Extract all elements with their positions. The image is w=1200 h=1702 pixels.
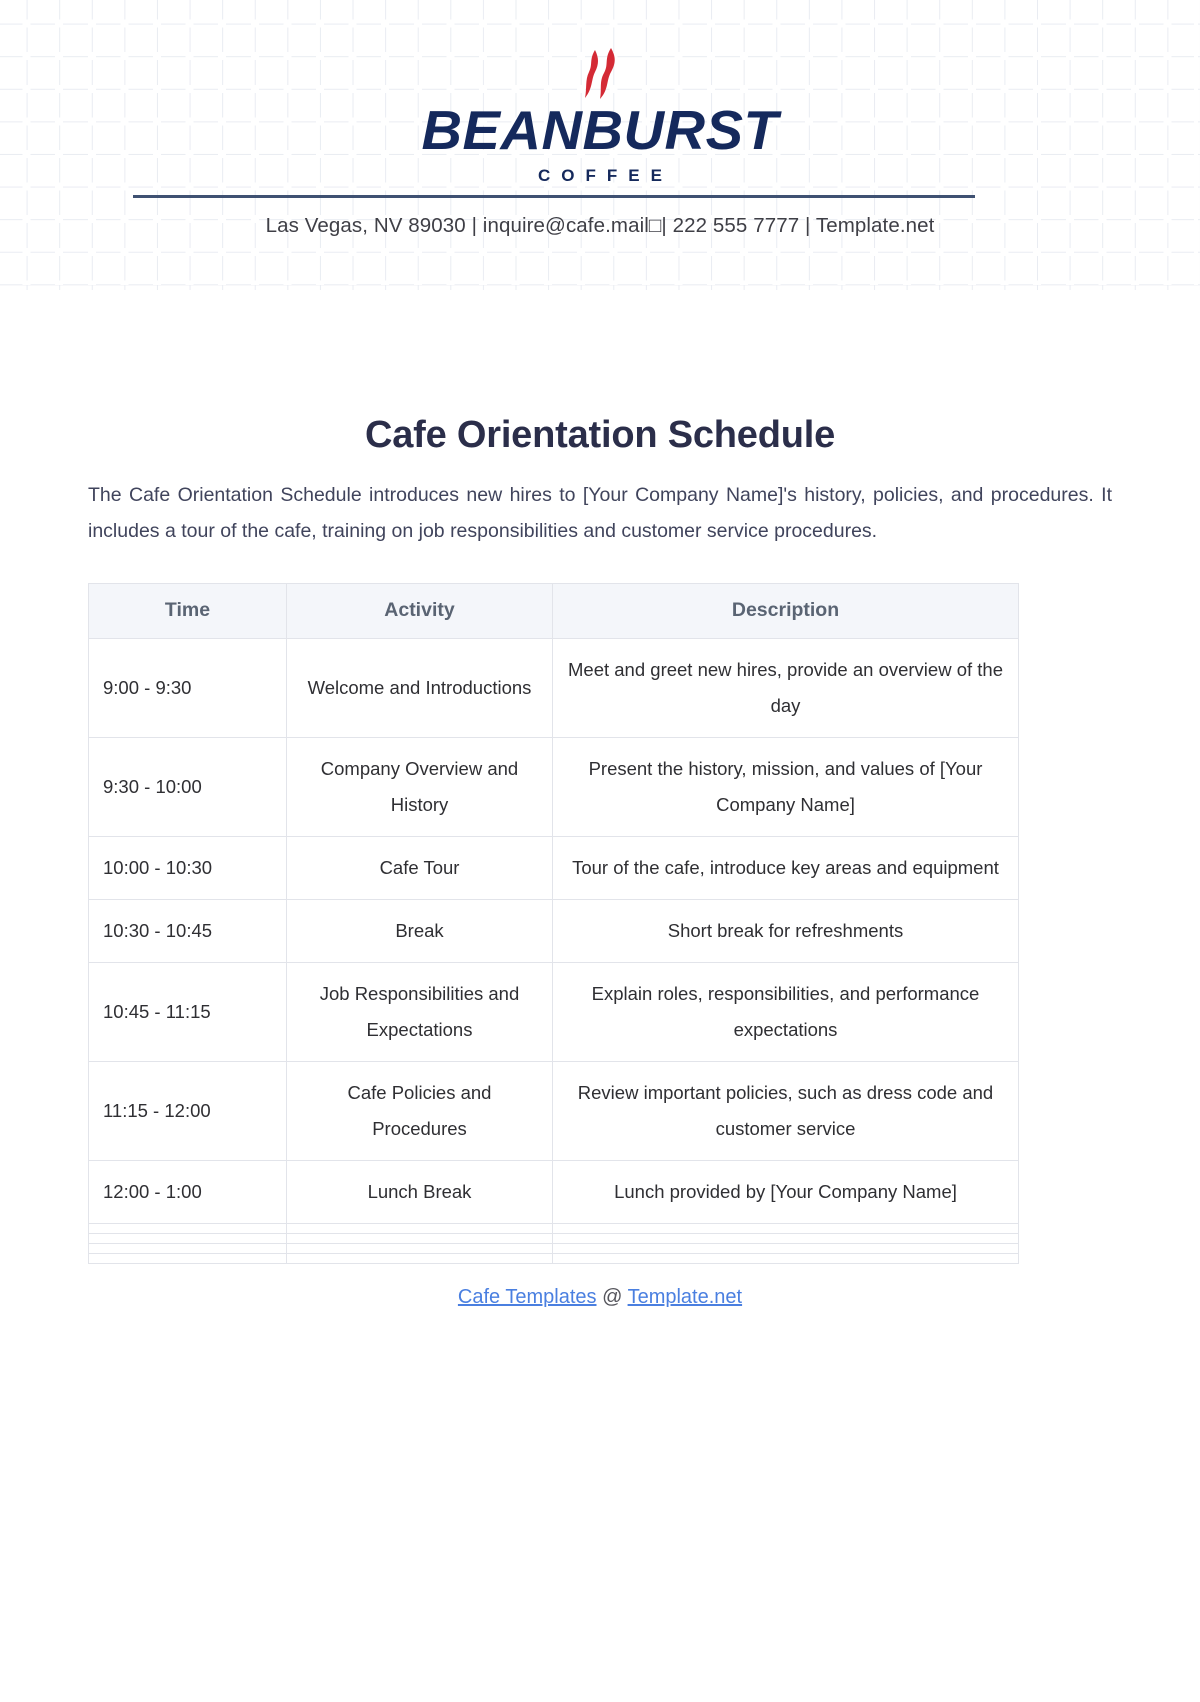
cell-blank	[552, 1252, 1019, 1264]
flame-icon	[425, 48, 775, 100]
cell-time: 10:00 - 10:30	[88, 835, 287, 900]
header-divider	[133, 195, 975, 198]
table-row: 9:00 - 9:30 Welcome and Introductions Meet…	[88, 637, 1019, 738]
cell-description: Short break for refreshments	[552, 898, 1019, 963]
table-row: 12:00 - 1:00 Lunch Break Lunch provided by…	[88, 1159, 1019, 1224]
cell-blank	[88, 1232, 287, 1244]
table-row: 9:30 - 10:00 Company Overview and History…	[88, 736, 1019, 837]
column-header-description: Description	[552, 582, 1019, 639]
cell-activity: Cafe Policies and Procedures	[286, 1060, 553, 1161]
cafe-templates-link[interactable]: Cafe Templates	[458, 1286, 597, 1308]
table-row-blank	[88, 1252, 1019, 1264]
brand-name: BEANBURST	[421, 99, 779, 161]
table-row-blank	[88, 1242, 1019, 1254]
cell-time: 10:30 - 10:45	[88, 898, 287, 963]
table-row-blank	[88, 1222, 1019, 1234]
brand-subtitle: COFFEE	[538, 165, 673, 185]
table-row: 10:00 - 10:30 Cafe Tour Tour of the cafe, …	[88, 835, 1019, 900]
table-body: 9:00 - 9:30 Welcome and Introductions Meet…	[88, 637, 1019, 1264]
cell-description: Meet and greet new hires, provide an ove…	[552, 637, 1019, 738]
document-page: BEANBURST COFFEE Las Vegas, NV 89030 | i…	[0, 0, 1200, 1309]
cell-activity: Cafe Tour	[286, 835, 553, 900]
cell-time: 12:00 - 1:00	[88, 1159, 287, 1224]
cell-blank	[286, 1252, 553, 1264]
cell-activity: Break	[286, 898, 553, 963]
cell-blank	[552, 1242, 1019, 1254]
column-header-time: Time	[88, 582, 287, 639]
table-header: Time Activity Description	[88, 582, 1019, 639]
cell-time: 11:15 - 12:00	[88, 1060, 287, 1161]
table-row: 11:15 - 12:00 Cafe Policies and Procedure…	[88, 1060, 1019, 1161]
intro-paragraph: The Cafe Orientation Schedule introduces…	[88, 483, 1112, 542]
cell-time: 9:30 - 10:00	[88, 736, 287, 837]
cell-blank	[552, 1222, 1019, 1234]
cell-blank	[88, 1222, 287, 1234]
page-title: Cafe Orientation Schedule	[364, 413, 836, 456]
brand-logo: BEANBURST COFFEE	[422, 48, 778, 186]
at-symbol: @	[602, 1285, 623, 1308]
letterhead: BEANBURST COFFEE Las Vegas, NV 89030 | i…	[0, 0, 1200, 238]
cell-blank	[88, 1252, 287, 1264]
cell-time: 10:45 - 11:15	[88, 961, 287, 1062]
document-body: Cafe Orientation Schedule The Cafe Orien…	[0, 414, 1200, 1309]
cell-blank	[286, 1232, 553, 1244]
cell-description: Review important policies, such as dress…	[552, 1060, 1019, 1161]
cell-time: 9:00 - 9:30	[88, 637, 287, 738]
table-row: 10:45 - 11:15 Job Responsibilities and Ex…	[88, 961, 1019, 1062]
cell-activity: Lunch Break	[286, 1159, 553, 1224]
cell-blank	[552, 1232, 1019, 1244]
table-row: 10:30 - 10:45 Break Short break for refres…	[88, 898, 1019, 963]
table-row-blank	[88, 1232, 1019, 1244]
cell-activity: Welcome and Introductions	[286, 637, 553, 738]
cell-blank	[286, 1222, 553, 1234]
cell-description: Lunch provided by [Your Company Name]	[552, 1159, 1019, 1224]
cell-activity: Company Overview and History	[286, 736, 553, 837]
column-header-activity: Activity	[286, 582, 553, 639]
cell-description: Explain roles, responsibilities, and per…	[552, 961, 1019, 1062]
cell-blank	[286, 1242, 553, 1254]
contact-info: Las Vegas, NV 89030 | inquire@cafe.mail□…	[265, 213, 935, 237]
template-net-link[interactable]: Template.net	[628, 1286, 743, 1308]
cell-activity: Job Responsibilities and Expectations	[286, 961, 553, 1062]
cell-blank	[88, 1242, 287, 1254]
orientation-schedule-table: Time Activity Description 9:00 - 9:30 Wel…	[88, 582, 1019, 1264]
cell-description: Tour of the cafe, introduce key areas an…	[552, 835, 1019, 900]
table-header-row: Time Activity Description	[88, 582, 1019, 639]
footer-attribution: Cafe Templates @ Template.net	[88, 1286, 1112, 1309]
cell-description: Present the history, mission, and values…	[552, 736, 1019, 837]
